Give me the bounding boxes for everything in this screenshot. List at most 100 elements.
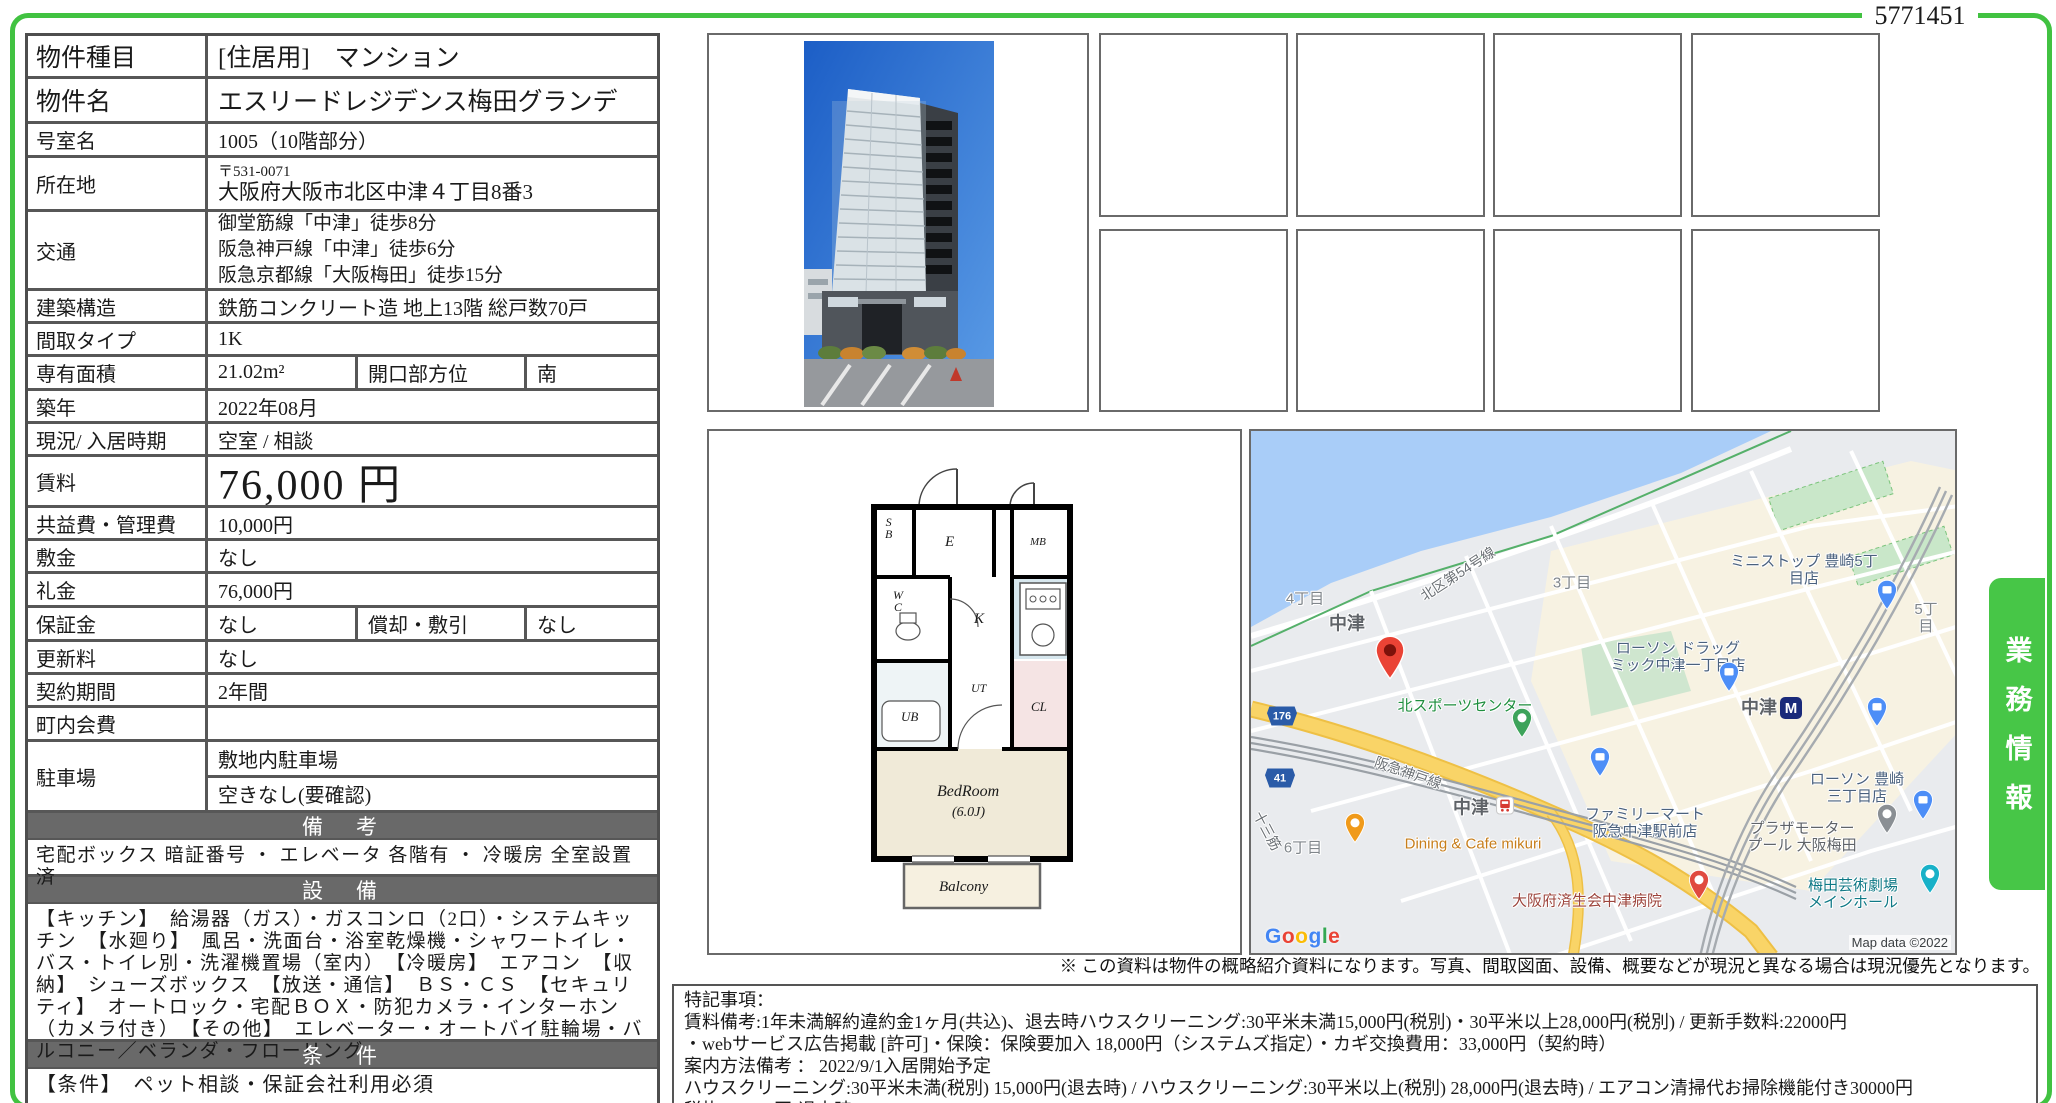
fp-label-shoebox: S B [885,516,892,540]
map-label: 北区第54号線 [1417,544,1498,605]
photo-placeholder [1296,229,1485,412]
transport-line: 阪急神戸線「中津」徒歩6分 [218,237,456,263]
map-poi-pin-icon [1912,789,1934,825]
map-labels-layer: 北区第54号線4丁目中津3丁目ミニストップ 豊崎5丁目店5丁目ローソン ドラッグ… [1251,431,1957,955]
row-rent: 賃料 76,000 円 [28,457,657,508]
map-poi-pin-icon [1589,746,1611,782]
row-structure: 建築構造 鉄筋コンクリート造 地上13階 総戸数70戸 [28,291,657,324]
row-renewal-fee: 更新料 なし [28,642,657,675]
row-deposit: 敷金 なし [28,541,657,574]
row-address: 所在地 〒531-0071 大阪府大阪市北区中津４丁目8番3 [28,158,657,212]
property-location-pin-icon [1374,635,1406,685]
section-header-equipment: 設 備 [28,877,657,904]
map-label: 十三筋 [1250,808,1285,853]
special-notes-box: 特記事項： 賃料備考:1年未満解約違約金1ヶ月(共込)、退去時ハウスクリーニング… [672,984,2038,1103]
metro-station-icon: M [1780,697,1802,719]
row-parking: 駐車場 敷地内駐車場 空きなし(要確認) [28,742,657,813]
map-label: Dining & Cafe mikuri [1405,836,1542,853]
equipment-text: 【キッチン】 給湯器（ガス）・ガスコンロ（2口）・システムキッチン 【水廻り】 … [28,904,657,1042]
building-photo [804,41,994,407]
amortization-value: なし [527,608,657,639]
map-label: 阪急神戸線 [1372,754,1444,793]
note-line: ハウスクリーニング:30平米未満(税別) 15,000円(退去時) / ハウスク… [684,1077,2026,1099]
route-shield-icon: 176 [1267,707,1297,726]
photo-placeholder [1099,33,1288,217]
map-poi-pin-icon [1344,812,1366,848]
fp-label-meterbox: MB [1030,536,1046,548]
parking-availability: 空きなし(要確認) [208,778,657,811]
map-poi-pin-icon [1688,869,1710,905]
property-spec-table: 物件種目 [住居用] マンション 物件名 エスリードレジデンス梅田グランデ 号室… [25,33,660,1103]
photo-placeholder [1296,33,1485,217]
row-floor-area: 専有面積 21.02m² 開口部方位 南 [28,357,657,391]
map-poi-pin-icon [1866,696,1888,732]
map-poi-pin-icon [1876,579,1898,615]
fp-label-bedroom: BedRoom [937,783,999,801]
row-property-name: 物件名 エスリードレジデンス梅田グランデ [28,79,657,124]
floor-area-value: 21.02m² [208,357,355,388]
train-station-icon [1496,797,1514,820]
document-number: 5771451 [1862,0,1978,32]
transport-line: 御堂筋線「中津」徒歩8分 [218,212,437,237]
fp-label-balcony: Balcony [939,879,988,896]
map-label: 中津 [1329,616,1365,633]
map-label: ミニストップ 豊崎5丁目店 [1727,553,1882,587]
rent-value: 76,000 円 [208,457,657,505]
map-label: 4丁目 [1286,591,1324,608]
note-line: 税抜 15,000円(退去時) [684,1099,2026,1103]
photo-placeholder [1099,229,1288,412]
map-label: 6丁目 [1284,840,1322,857]
row-room-number: 号室名 1005（10階部分） [28,124,657,158]
parking-type: 敷地内駐車場 [208,742,657,778]
fp-label-bath: UB [901,709,918,725]
map-copyright: Map data ©2022 [1849,935,1951,950]
facing-label: 開口部方位 [355,357,527,388]
row-management-fee: 共益費・管理費 10,000円 [28,508,657,541]
disclaimer-text: ※ この資料は物件の概略紹介資料になります。写真、間取図面、設備、概要などが現況… [1060,953,2040,978]
amortization-label: 償却・敷引 [355,608,527,639]
floorplan-box: S B E MB W C K UT UB CL BedRoom (6.0J) B… [707,429,1242,955]
map-label: 3丁目 [1553,575,1591,592]
property-flyer-page: 5771451 業務情報 物件種目 [住居用] マンション 物件名 エスリードレ… [0,0,2056,1103]
photo-placeholder [1493,33,1682,217]
row-key-money: 礼金 76,000円 [28,574,657,608]
note-line: ・webサービス広告掲載 [許可]・保険：保険要加入 18,000円（システムズ… [684,1033,2026,1055]
map-label: 中津 [1741,700,1777,717]
fp-label-entrance: E [945,534,954,551]
fp-label-utility: UT [971,681,986,696]
conditions-text: 【条件】 ペット相談・保証会社利用必須 [28,1069,657,1103]
postal-code: 〒531-0071 [218,164,291,180]
business-info-tab[interactable]: 業務情報 [1989,578,2045,890]
note-line: 特記事項： [684,989,2026,1011]
route-shield-icon: 41 [1265,769,1295,788]
photo-placeholder [1691,229,1880,412]
facing-value: 南 [527,357,657,388]
row-contract-period: 契約期間 2年間 [28,675,657,708]
map-poi-pin-icon [1718,661,1740,697]
map-poi-pin-icon [1876,803,1898,839]
fp-label-kitchen: K [974,611,984,628]
row-transport: 交通 御堂筋線「中津」徒歩8分 阪急神戸線「中津」徒歩6分 阪急京都線「大阪梅田… [28,212,657,291]
section-header-remarks: 備 考 [28,813,657,840]
map-poi-pin-icon [1511,707,1533,743]
photo-placeholder [1691,33,1880,217]
address-text: 大阪府大阪市北区中津４丁目8番3 [218,180,533,204]
google-logo: Google [1265,925,1340,949]
fp-label-toilet: W C [893,589,903,613]
row-built-year: 築年 2022年08月 [28,391,657,424]
row-guarantee: 保証金 なし 償却・敷引 なし [28,608,657,642]
floorplan-drawing [862,449,1082,949]
note-line: 案内方法備考 ： 2022/9/1入居開始予定 [684,1055,2026,1077]
map-label: 中津 [1453,800,1489,817]
row-status: 現況/ 入居時期 空室 / 相談 [28,424,657,457]
location-map: 北区第54号線4丁目中津3丁目ミニストップ 豊崎5丁目店5丁目ローソン ドラッグ… [1249,429,1957,955]
map-label: 大阪府済生会中津病院 [1512,893,1662,910]
fp-label-bedroom-size: (6.0J) [952,805,985,821]
map-poi-pin-icon [1919,863,1941,899]
row-neighborhood-fee: 町内会費 [28,708,657,742]
map-label: 梅田芸術劇場 メインホール [1808,877,1898,911]
map-label: プラザモーター プール 大阪梅田 [1747,820,1856,854]
map-label: ローソン 豊崎三丁目店 [1806,771,1908,805]
main-photo-box [707,33,1089,412]
row-layout-type: 間取タイプ 1K [28,324,657,357]
